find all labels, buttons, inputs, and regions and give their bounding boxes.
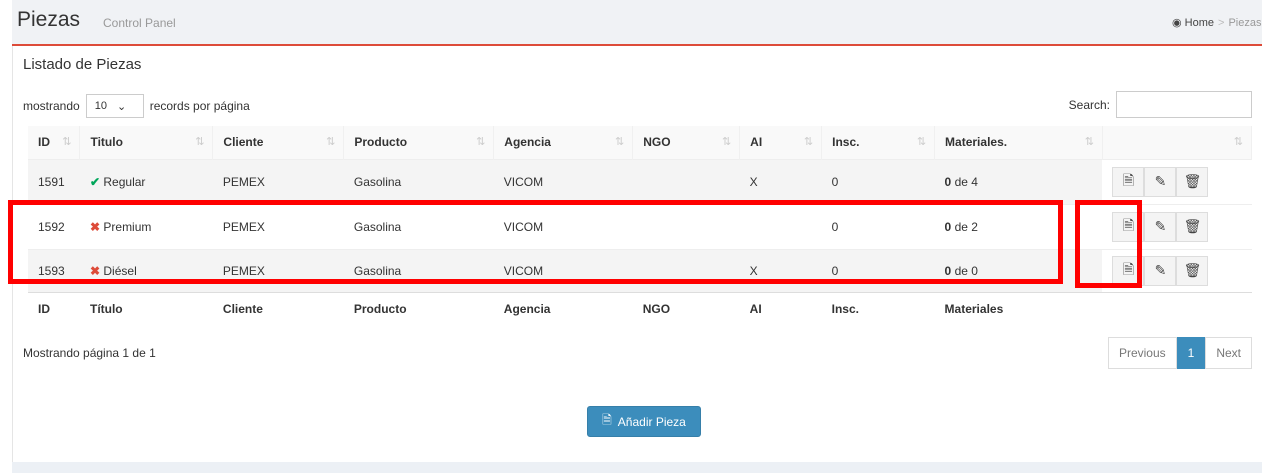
col-header-materiales[interactable]: Materiales. ⇅ [934,126,1103,159]
records-per-page-select[interactable]: 10 ⌄ [85,94,144,118]
sort-icon: ⇅ [721,136,732,148]
edit-button[interactable]: ✎ [1144,166,1177,197]
sort-icon: ⇅ [916,136,927,148]
footer-producto: Producto [343,291,494,326]
content-header [12,0,1262,46]
col-header-titulo[interactable]: Titulo ⇅ [79,126,214,159]
cell-cliente: PEMEX [212,159,344,204]
col-header-cliente[interactable]: Cliente ⇅ [212,126,345,159]
sort-icon: ⇅ [803,136,814,148]
footer-agencia: Agencia [493,291,633,326]
sort-icon: ⇅ [615,136,625,148]
sort-icon: ⇅ [1233,136,1243,148]
edit-icon: ✎ [1154,262,1167,278]
box-title: Listado de Piezas [23,56,142,73]
pagination: Previous 1 Next [1107,337,1252,369]
footer-ai: AI [739,291,822,326]
delete-button[interactable]: 🗑 [1176,166,1209,197]
pagination-page-1[interactable]: 1 [1176,337,1206,369]
footer-actions [1102,291,1252,326]
highlight-rows-box [8,200,1063,284]
add-pieza-label: Añadir Pieza [617,414,686,429]
footer-id: ID [28,291,80,326]
document-icon: 🗎 [1122,171,1135,188]
col-header-agencia[interactable]: Agencia ⇅ [493,126,634,159]
cell-insc: 0 [821,159,935,204]
sort-icon: ⇅ [326,136,336,148]
table-footer-row: ID Título Cliente Producto Agencia NGO A… [28,291,1252,326]
cell-materiales: 0 de 4 [934,159,1103,204]
sort-icon: ⇅ [476,136,486,148]
table-row: 1591 ✔ Regular PEMEX Gasolina VICOM X 0 … [28,159,1252,204]
view-document-button[interactable]: 🗎 [1112,166,1145,197]
cell-actions: 🗎 ✎ 🗑 [1102,159,1252,204]
footer-insc: Insc. [821,291,935,326]
col-header-ngo[interactable]: NGO ⇅ [632,126,741,159]
footer-materiales: Materiales [934,291,1103,326]
cell-id: 1591 [28,159,80,204]
edit-icon: ✎ [1154,218,1167,234]
edit-button[interactable]: ✎ [1144,211,1177,242]
pagination-previous[interactable]: Previous [1107,337,1177,369]
breadcrumb-separator: > [1218,17,1225,29]
edit-button[interactable]: ✎ [1144,255,1177,286]
sort-asc-icon: ⇅ [62,136,72,148]
page-title: Piezas [17,8,81,31]
cell-producto: Gasolina [343,159,494,204]
check-icon: ✔ [89,174,101,189]
col-header-id[interactable]: ID ⇅ [28,126,81,159]
add-pieza-button[interactable]: 🗎 Añadir Pieza [587,406,701,437]
breadcrumb-home[interactable]: Home [1185,17,1214,29]
footer-cliente: Cliente [212,291,344,326]
page: Piezas Control Panel ◉ Home > Piezas Lista… [0,0,1262,473]
col-header-producto[interactable]: Producto ⇅ [343,126,495,159]
trash-icon: 🗑 [1183,218,1202,234]
breadcrumb-current: Piezas [1228,17,1262,29]
trash-icon: 🗑 [1183,173,1202,189]
pagination-next[interactable]: Next [1205,337,1252,369]
col-header-actions[interactable]: ⇅ [1102,126,1253,159]
chevron-down-icon: ⌄ [116,100,127,113]
sort-icon: ⇅ [1084,136,1094,148]
footer-ngo: NGO [632,291,740,326]
page-subtitle: Control Panel [103,16,176,30]
trash-icon: 🗑 [1183,262,1202,278]
cell-titulo: ✔ Regular [79,159,213,204]
table-header-row: ID ⇅ Titulo ⇅ Cliente ⇅ Producto ⇅ Agencia ⇅ … [28,126,1253,159]
records-per-page-value: 10 [94,100,107,112]
document-icon: 🗎 [602,413,612,427]
footer-strip [12,462,1262,473]
length-control: mostrando 10 ⌄ records por página [23,94,250,118]
col-header-ai[interactable]: AI ⇅ [739,126,823,159]
cell-ngo [632,159,740,204]
search-input[interactable] [1116,91,1252,118]
delete-button[interactable]: 🗑 [1176,211,1209,242]
table-info: Mostrando página 1 de 1 [23,346,156,360]
dashboard-icon: ◉ [1172,17,1182,29]
cell-agencia: VICOM [493,159,633,204]
sort-icon: ⇅ [195,136,205,148]
length-suffix: records por página [149,99,250,113]
breadcrumb: ◉ Home > Piezas [1172,16,1262,29]
cell-ai: X [739,159,822,204]
edit-icon: ✎ [1154,173,1167,189]
length-prefix: mostrando [23,99,80,113]
delete-button[interactable]: 🗑 [1176,255,1209,286]
col-header-insc[interactable]: Insc. ⇅ [821,126,936,159]
search-label: Search: [1068,97,1110,112]
search-control: Search: [1069,91,1252,118]
footer-titulo: Título [79,291,213,326]
highlight-actions-box [1075,200,1142,288]
